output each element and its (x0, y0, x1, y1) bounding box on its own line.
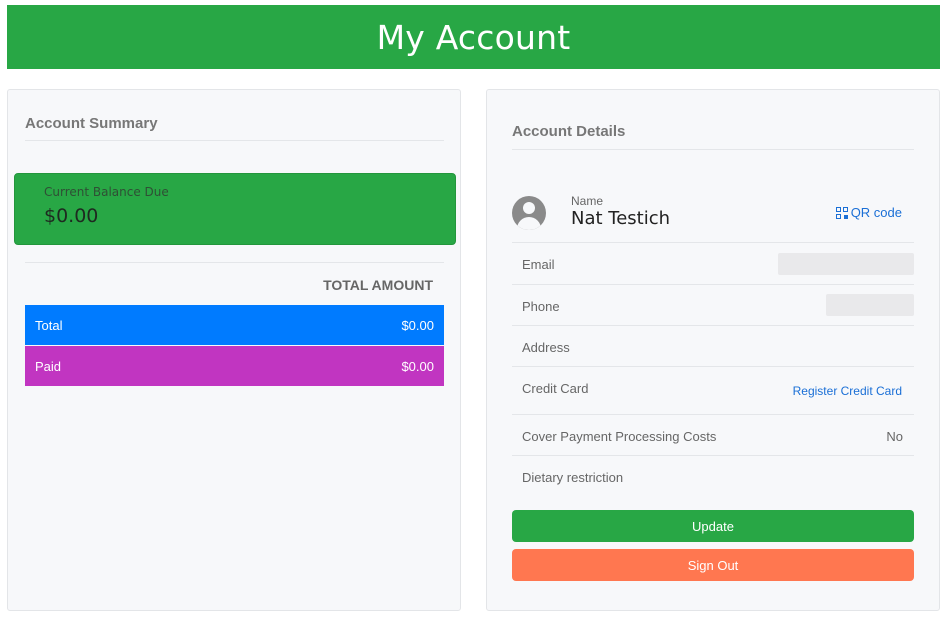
account-summary-panel: Account Summary Current Balance Due $0.0… (7, 89, 461, 611)
divider (512, 414, 914, 415)
divider (512, 149, 914, 150)
page-header: My Account (7, 5, 940, 69)
phone-value (826, 294, 914, 316)
divider (512, 242, 914, 243)
email-value (778, 253, 914, 275)
divider (25, 140, 444, 141)
total-value: $0.00 (401, 317, 434, 333)
address-label: Address (522, 340, 570, 355)
divider (512, 284, 914, 285)
total-row: Total $0.00 (25, 305, 444, 345)
name-value: Nat Testich (571, 208, 671, 229)
paid-value: $0.00 (401, 358, 434, 374)
paid-label: Paid (35, 358, 62, 374)
name-label: Name (571, 194, 604, 208)
qr-code-icon (835, 206, 848, 219)
divider (512, 455, 914, 456)
balance-label: Current Balance Due (44, 185, 169, 199)
sign-out-button[interactable]: Sign Out (512, 549, 914, 581)
total-amount-header: TOTAL AMOUNT (323, 277, 433, 293)
account-summary-title: Account Summary (25, 115, 158, 132)
update-button[interactable]: Update (512, 510, 914, 542)
register-credit-card-link[interactable]: Register Credit Card (793, 384, 902, 398)
balance-value: $0.00 (44, 205, 99, 227)
cover-processing-costs-value: No (886, 429, 903, 444)
divider (25, 262, 444, 263)
credit-card-label: Credit Card (522, 381, 589, 396)
email-label: Email (522, 257, 555, 272)
account-details-title: Account Details (512, 123, 626, 140)
avatar-icon (512, 196, 546, 230)
phone-label: Phone (522, 299, 560, 314)
total-label: Total (35, 317, 63, 333)
divider (512, 325, 914, 326)
dietary-restriction-label: Dietary restriction (522, 470, 624, 485)
divider (512, 366, 914, 367)
account-details-panel: Account Details Name Nat Testich QR code… (486, 89, 940, 611)
balance-card: Current Balance Due $0.00 (14, 173, 456, 245)
cover-processing-costs-label: Cover Payment Processing Costs (522, 429, 717, 444)
qr-code-label: QR code (850, 205, 902, 220)
paid-row: Paid $0.00 (25, 346, 444, 386)
qr-code-link[interactable]: QR code (835, 205, 902, 220)
page-title: My Account (376, 17, 571, 57)
